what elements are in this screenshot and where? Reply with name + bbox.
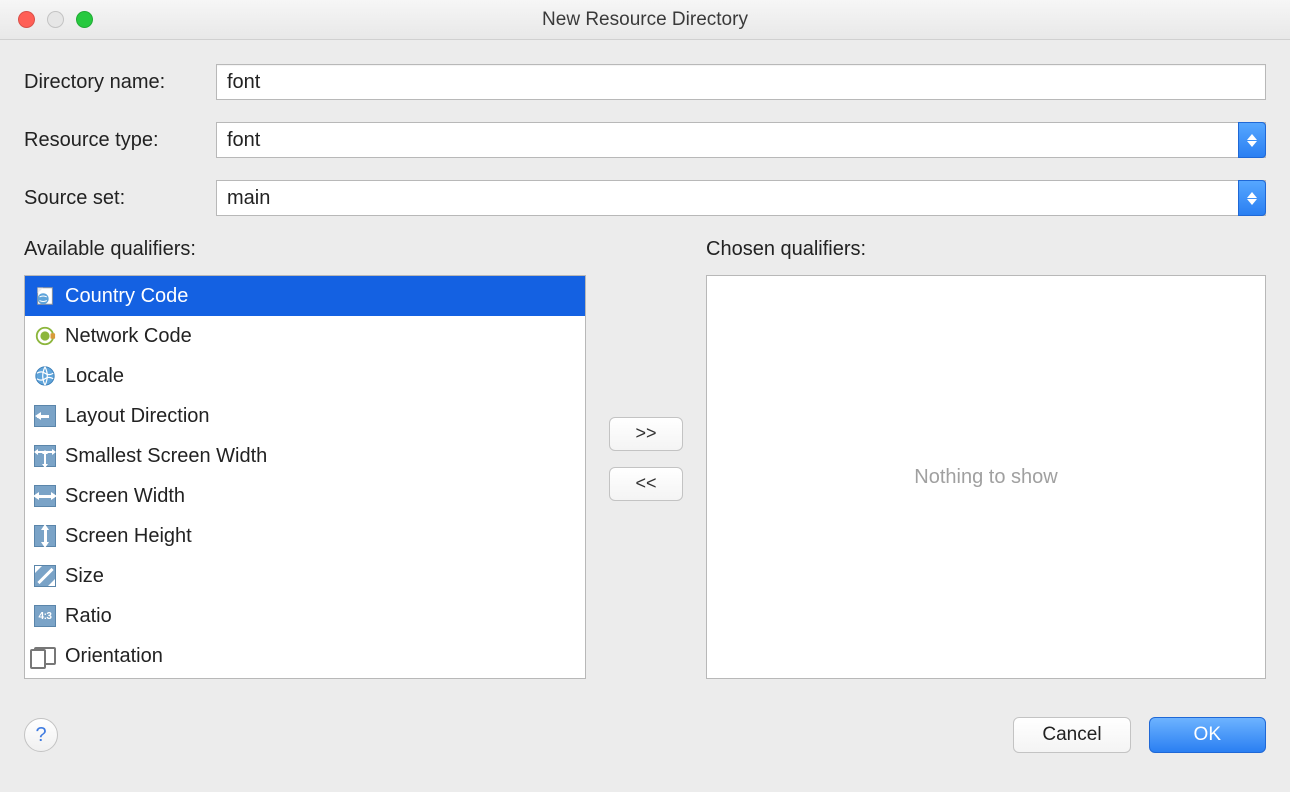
source-set-select[interactable]: main: [216, 180, 1266, 216]
chosen-qualifiers-column: Chosen qualifiers: Nothing to show: [706, 238, 1266, 679]
qualifier-label: Country Code: [65, 285, 188, 308]
source-set-row: Source set: main: [24, 180, 1266, 216]
qualifier-item[interactable]: Country Code: [25, 276, 585, 316]
qualifier-label: Orientation: [65, 645, 163, 668]
globe-icon: [33, 364, 57, 388]
qualifier-item[interactable]: Screen Width: [25, 476, 585, 516]
qualifier-item[interactable]: Layout Direction: [25, 396, 585, 436]
qualifier-label: Smallest Screen Width: [65, 445, 267, 468]
network-code-icon: [33, 324, 57, 348]
remove-qualifier-button[interactable]: <<: [609, 467, 683, 501]
available-qualifiers-list[interactable]: Country Code Network Code Locale Layout Dir…: [24, 275, 586, 679]
chosen-qualifiers-label: Chosen qualifiers:: [706, 238, 1266, 261]
layout-direction-icon: [33, 404, 57, 428]
window-controls: [0, 11, 93, 28]
qualifier-item[interactable]: Network Code: [25, 316, 585, 356]
directory-name-label: Directory name:: [24, 71, 216, 94]
chosen-qualifiers-list[interactable]: Nothing to show: [706, 275, 1266, 679]
minimize-window-icon[interactable]: [47, 11, 64, 28]
ok-button[interactable]: OK: [1149, 717, 1266, 753]
qualifier-label: Locale: [65, 365, 124, 388]
ratio-icon: 4:3: [33, 604, 57, 628]
source-set-label: Source set:: [24, 187, 216, 210]
dialog-footer: ? Cancel OK: [0, 699, 1290, 777]
qualifier-label: Layout Direction: [65, 405, 210, 428]
add-qualifier-button[interactable]: >>: [609, 417, 683, 451]
qualifier-item[interactable]: 4:3 Ratio: [25, 596, 585, 636]
qualifier-label: Screen Height: [65, 525, 192, 548]
screen-height-icon: [33, 524, 57, 548]
window-title: New Resource Directory: [0, 9, 1290, 31]
directory-name-row: Directory name:: [24, 64, 1266, 100]
qualifier-label: Ratio: [65, 605, 112, 628]
orientation-icon: [33, 644, 57, 668]
qualifier-item[interactable]: Smallest Screen Width: [25, 436, 585, 476]
transfer-buttons-column: >> <<: [586, 238, 706, 679]
qualifier-item[interactable]: Screen Height: [25, 516, 585, 556]
cancel-button[interactable]: Cancel: [1013, 717, 1130, 753]
qualifier-item[interactable]: Orientation: [25, 636, 585, 676]
available-qualifiers-column: Available qualifiers: Country Code Networ…: [24, 238, 586, 679]
qualifier-label: Size: [65, 565, 104, 588]
qualifier-label: Network Code: [65, 325, 192, 348]
country-code-icon: [33, 284, 57, 308]
qualifiers-area: Available qualifiers: Country Code Networ…: [24, 238, 1266, 679]
smallest-screen-width-icon: [33, 444, 57, 468]
resource-type-row: Resource type: font: [24, 122, 1266, 158]
qualifier-item[interactable]: Size: [25, 556, 585, 596]
directory-name-input[interactable]: [216, 64, 1266, 100]
resource-type-label: Resource type:: [24, 129, 216, 152]
qualifier-item[interactable]: Locale: [25, 356, 585, 396]
help-button[interactable]: ?: [24, 718, 58, 752]
zoom-window-icon[interactable]: [76, 11, 93, 28]
titlebar: New Resource Directory: [0, 0, 1290, 40]
screen-width-icon: [33, 484, 57, 508]
qualifier-label: Screen Width: [65, 485, 185, 508]
resource-type-select[interactable]: font: [216, 122, 1266, 158]
size-icon: [33, 564, 57, 588]
dialog-content: Directory name: Resource type: font Sour…: [0, 40, 1290, 699]
available-qualifiers-label: Available qualifiers:: [24, 238, 586, 261]
close-window-icon[interactable]: [18, 11, 35, 28]
chosen-empty-text: Nothing to show: [914, 466, 1057, 489]
